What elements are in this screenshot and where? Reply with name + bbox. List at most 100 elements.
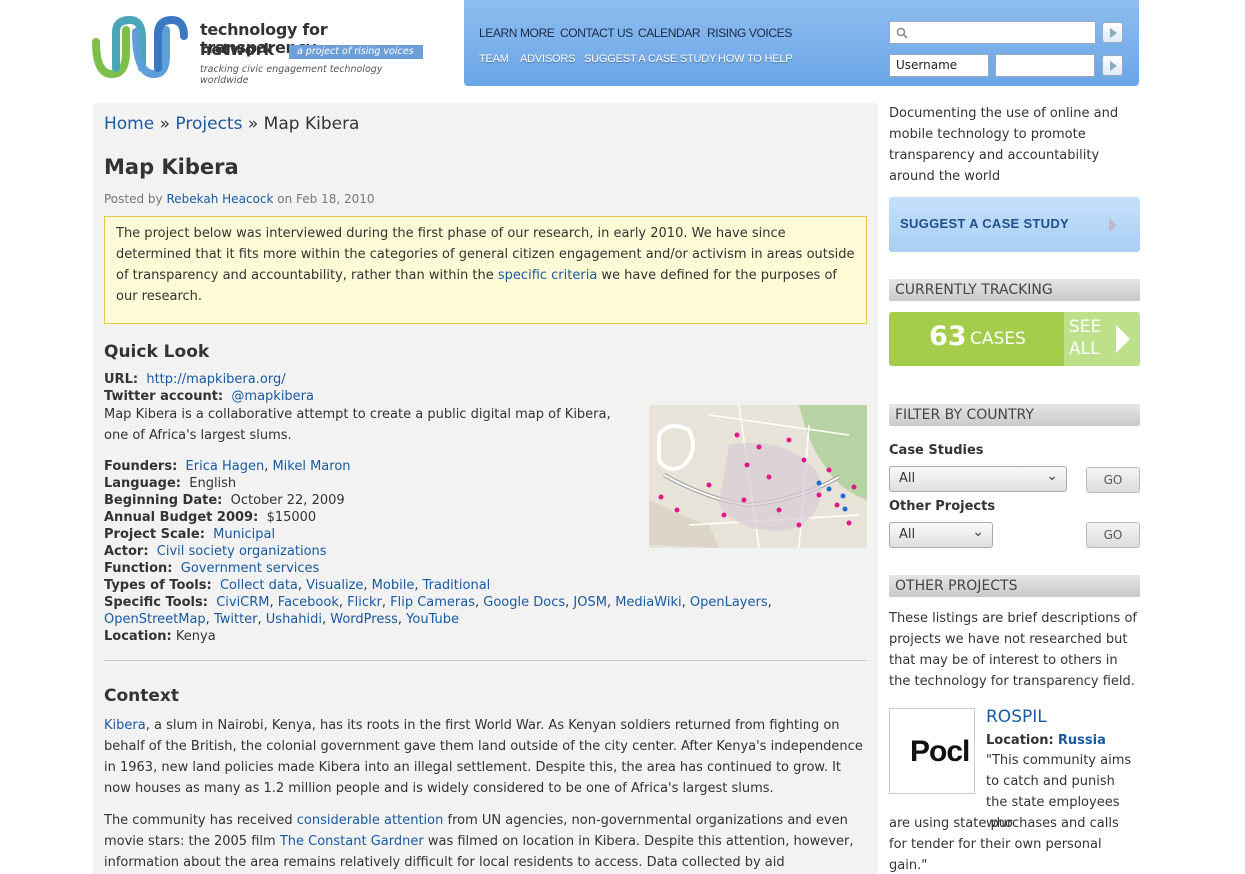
top-navigation: LEARN MORE CONTACT US CALENDAR RISING VO… xyxy=(464,0,1139,86)
case-studies-select[interactable]: All xyxy=(889,464,1067,492)
context-heading: Context xyxy=(104,686,180,706)
budget-row: Annual Budget 2009: $15000 xyxy=(104,509,316,526)
rospil-link[interactable]: ROSPIL xyxy=(986,707,1047,727)
tracking-unit: CASES xyxy=(970,329,1026,349)
tool-link[interactable]: Google Docs xyxy=(483,595,565,610)
actor-row: Actor: Civil society organizations xyxy=(104,543,327,560)
search-input[interactable] xyxy=(889,21,1096,44)
case-studies-label: Case Studies xyxy=(889,443,984,458)
actor-link[interactable]: Civil society organizations xyxy=(157,544,327,559)
tracking-box: 63 CASES SEE ALL xyxy=(889,312,1140,366)
logo-mark-icon xyxy=(92,16,188,79)
location-value: Kenya xyxy=(175,629,216,644)
username-field[interactable]: Username xyxy=(889,54,989,77)
tool-type-link[interactable]: Mobile xyxy=(372,578,415,593)
breadcrumb: Home » Projects » Map Kibera xyxy=(104,114,359,134)
posted-prefix: Posted by xyxy=(104,192,163,206)
twitter-row: Twitter account: @mapkibera xyxy=(104,388,314,405)
search-submit-button[interactable] xyxy=(1102,22,1123,43)
tool-link[interactable]: YouTube xyxy=(406,612,459,627)
budget-label: Annual Budget 2009: xyxy=(104,510,259,525)
author-link[interactable]: Rebekah Heacock xyxy=(166,192,273,206)
tool-link[interactable]: Facebook xyxy=(278,595,339,610)
map-thumbnail xyxy=(649,405,867,548)
case-studies-go-button[interactable]: GO xyxy=(1086,467,1140,493)
search-icon xyxy=(896,27,908,39)
login-submit-button[interactable] xyxy=(1102,55,1123,76)
specific-tools-label: Specific Tools: xyxy=(104,595,208,610)
project-url-link[interactable]: http://mapkibera.org/ xyxy=(146,372,285,387)
kibera-link[interactable]: Kibera xyxy=(104,718,146,733)
breadcrumb-projects[interactable]: Projects xyxy=(175,114,242,134)
function-link[interactable]: Government services xyxy=(181,561,320,576)
tool-type-link[interactable]: Traditional xyxy=(423,578,491,593)
function-label: Function: xyxy=(104,561,173,576)
rospil-location: Location: Russia xyxy=(986,733,1106,748)
tool-link[interactable]: OpenStreetMap xyxy=(104,612,206,627)
arrow-right-icon xyxy=(1109,218,1117,232)
considerable-attention-link[interactable]: considerable attention xyxy=(297,813,444,828)
founder-link[interactable]: Mikel Maron xyxy=(272,459,350,474)
url-label: URL: xyxy=(104,372,139,387)
tool-link[interactable]: OpenLayers xyxy=(690,595,768,610)
tool-link[interactable]: Ushahidi xyxy=(266,612,322,627)
location-label: Location: xyxy=(104,629,172,644)
context-text: The community has received xyxy=(104,813,293,828)
research-notice: The project below was interviewed during… xyxy=(104,216,867,324)
specific-tools-row: Specific Tools: CiviCRM, Facebook, Flick… xyxy=(104,595,772,610)
tool-link[interactable]: Flickr xyxy=(347,595,382,610)
site-logo[interactable]: technology for transparency network a pr… xyxy=(92,16,432,86)
beginning-date-label: Beginning Date: xyxy=(104,493,223,508)
suggest-label: SUGGEST A CASE STUDY xyxy=(900,216,1070,231)
nav-advisors[interactable]: ADVISORS xyxy=(520,53,575,65)
rospil-logo-text: Pocl xyxy=(910,735,970,768)
tool-link[interactable]: WordPress xyxy=(330,612,398,627)
breadcrumb-current: Map Kibera xyxy=(263,114,360,134)
other-projects-go-button[interactable]: GO xyxy=(1086,522,1140,548)
tool-link[interactable]: JOSM xyxy=(573,595,607,610)
nav-how-to-help[interactable]: HOW TO HELP xyxy=(718,53,793,65)
url-row: URL: http://mapkibera.org/ xyxy=(104,371,286,388)
specific-criteria-link[interactable]: specific criteria xyxy=(498,268,597,283)
context-text: , a slum in Nairobi, Kenya, has its root… xyxy=(104,718,863,796)
project-map-image[interactable] xyxy=(649,405,867,548)
tool-link[interactable]: Flip Cameras xyxy=(390,595,475,610)
founders-label: Founders: xyxy=(104,459,178,474)
breadcrumb-home[interactable]: Home xyxy=(104,114,154,134)
post-meta: Posted by Rebekah Heacock on Feb 18, 201… xyxy=(104,192,375,206)
constant-gardner-link[interactable]: The Constant Gardner xyxy=(280,834,424,849)
nav-rising-voices[interactable]: RISING VOICES xyxy=(707,26,792,40)
nav-suggest-case-study[interactable]: SUGGEST A CASE STUDY xyxy=(584,53,716,65)
breadcrumb-separator: » xyxy=(159,114,171,134)
tool-link[interactable]: MediaWiki xyxy=(615,595,681,610)
nav-learn-more[interactable]: LEARN MORE xyxy=(479,26,555,40)
nav-calendar[interactable]: CALENDAR xyxy=(638,26,701,40)
scale-link[interactable]: Municipal xyxy=(213,527,275,542)
logo-tagline: a project of rising voices xyxy=(289,45,423,59)
other-projects-heading: OTHER PROJECTS xyxy=(889,575,1140,597)
russia-link[interactable]: Russia xyxy=(1058,733,1106,748)
rospil-quote-continued: are using state purchases and calls for … xyxy=(889,816,1119,873)
twitter-link[interactable]: @mapkibera xyxy=(231,389,314,404)
nav-contact-us[interactable]: CONTACT US xyxy=(560,26,633,40)
nav-team[interactable]: TEAM xyxy=(479,53,509,65)
arrow-right-icon xyxy=(1116,325,1130,353)
tool-link[interactable]: Twitter xyxy=(214,612,258,627)
types-label: Types of Tools: xyxy=(104,578,212,593)
scale-row: Project Scale: Municipal xyxy=(104,526,275,543)
see-all-button[interactable]: SEE ALL xyxy=(1064,312,1140,366)
rospil-logo[interactable]: Pocl xyxy=(889,708,975,794)
budget-value: $15000 xyxy=(266,510,317,525)
other-projects-description: These listings are brief descriptions of… xyxy=(889,611,1137,689)
founder-link[interactable]: Erica Hagen xyxy=(186,459,265,474)
password-field[interactable] xyxy=(995,54,1095,77)
scale-label: Project Scale: xyxy=(104,527,205,542)
other-projects-label: Other Projects xyxy=(889,499,996,514)
tool-link[interactable]: CiviCRM xyxy=(216,595,269,610)
actor-label: Actor: xyxy=(104,544,149,559)
tool-type-link[interactable]: Collect data xyxy=(220,578,298,593)
suggest-case-study-button[interactable]: SUGGEST A CASE STUDY xyxy=(889,197,1140,252)
other-projects-select[interactable]: All xyxy=(889,520,993,548)
breadcrumb-separator: » xyxy=(247,114,259,134)
tool-type-link[interactable]: Visualize xyxy=(306,578,363,593)
